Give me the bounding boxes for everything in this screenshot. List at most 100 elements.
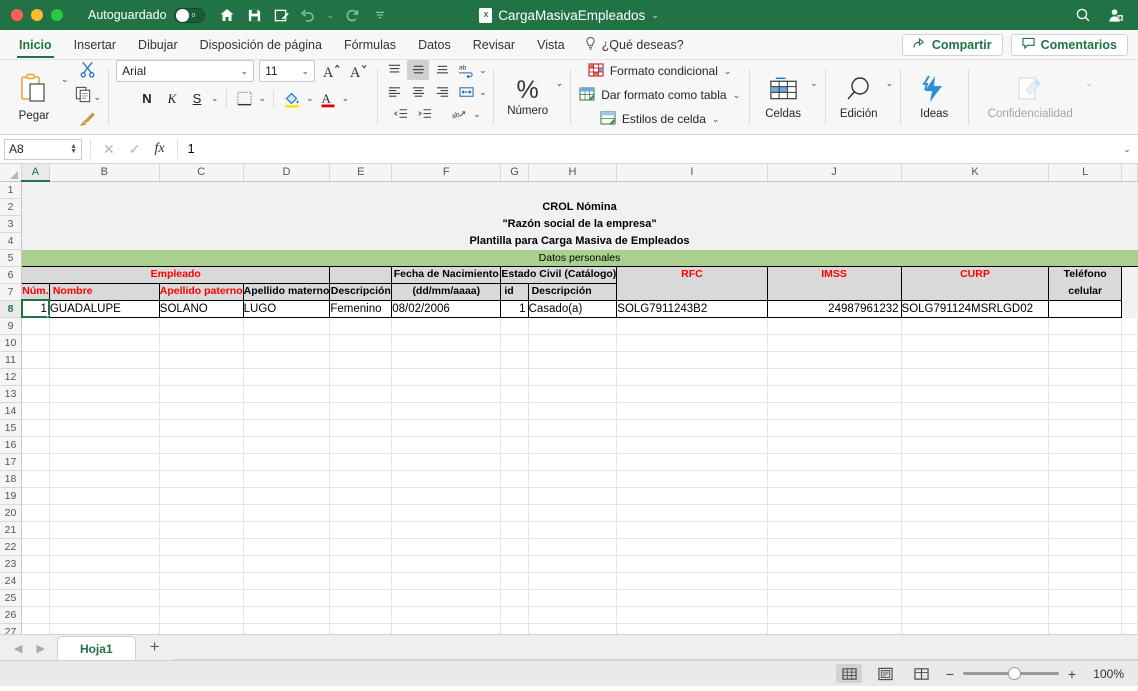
row-header-26[interactable]: 26 [0,606,23,624]
select-all-corner[interactable] [0,164,23,182]
cell-e11[interactable] [329,351,393,369]
cell-d24[interactable] [243,572,331,590]
align-middle-icon[interactable] [407,60,430,80]
cell-f12[interactable] [391,368,502,386]
cell-g13[interactable] [500,385,529,403]
sheet-nav-arrows[interactable]: ◀ ▶ [6,642,57,660]
column-header-c[interactable]: C [159,164,244,182]
cell-row7-partial[interactable] [1121,283,1138,301]
cell-d21[interactable] [243,521,331,539]
column-header-h[interactable]: H [528,164,618,182]
cell-d20[interactable] [243,504,331,522]
row-header-12[interactable]: 12 [0,368,23,386]
row-header-16[interactable]: 16 [0,436,23,454]
cell-i20[interactable] [616,504,768,522]
cell-a10[interactable] [21,334,50,352]
bold-button[interactable]: N [136,88,158,109]
column-header-d[interactable]: D [243,164,331,182]
cell-h25[interactable] [528,589,618,607]
col-header-curp-continued[interactable] [900,283,1050,301]
cell-g27[interactable] [500,623,529,634]
cell-i15[interactable] [616,419,768,437]
cell-i8-rfc[interactable]: SOLG7911243B2 [616,299,768,318]
copy-dropdown-caret-icon[interactable]: ⌄ [94,92,102,103]
cell-a11[interactable] [21,351,50,369]
cell-g24[interactable] [500,572,529,590]
previous-sheet-icon[interactable]: ◀ [14,642,22,655]
cell-f11[interactable] [391,351,502,369]
cell-b9[interactable] [49,317,160,335]
cell-m11[interactable] [1121,351,1138,369]
cell-e20[interactable] [329,504,393,522]
italic-button[interactable]: K [161,88,183,109]
cell-h12[interactable] [528,368,618,386]
cell-f26[interactable] [391,606,502,624]
cell-a25[interactable] [21,589,50,607]
cell-k9[interactable] [901,317,1050,335]
cell-h11[interactable] [528,351,618,369]
cell-l16[interactable] [1048,436,1122,454]
cell-k25[interactable] [901,589,1050,607]
cell-a15[interactable] [21,419,50,437]
cell-h24[interactable] [528,572,618,590]
cell-h22[interactable] [528,538,618,556]
column-header-partial[interactable] [1121,164,1138,182]
cell-l15[interactable] [1048,419,1122,437]
tab-inicio[interactable]: Inicio [8,30,63,60]
cell-l26[interactable] [1048,606,1122,624]
cell-e25[interactable] [329,589,393,607]
row-header-3[interactable]: 3 [0,215,23,233]
cell-k17[interactable] [901,453,1050,471]
search-icon[interactable] [1074,7,1091,24]
cell-k23[interactable] [901,555,1050,573]
cell-b21[interactable] [49,521,160,539]
row-header-6[interactable]: 6 [0,266,23,284]
cell-l13[interactable] [1048,385,1122,403]
cell-d22[interactable] [243,538,331,556]
cell-i25[interactable] [616,589,768,607]
cell-d25[interactable] [243,589,331,607]
underline-button[interactable]: S [186,88,208,109]
row-header-11[interactable]: 11 [0,351,23,369]
increase-font-size-icon[interactable]: A [320,61,342,82]
page-break-preview-icon[interactable] [908,664,934,683]
cell-a24[interactable] [21,572,50,590]
page-layout-icon[interactable] [872,664,898,683]
zoom-out-button[interactable]: − [944,666,956,682]
zoom-slider[interactable]: − + [944,666,1078,682]
cell-f13[interactable] [391,385,502,403]
font-color-dropdown-caret-icon[interactable]: ⌄ [342,93,350,104]
tab-vista[interactable]: Vista [526,30,576,60]
borders-icon[interactable] [234,88,256,109]
cell-a21[interactable] [21,521,50,539]
cell-d23[interactable] [243,555,331,573]
share-button[interactable]: Compartir [901,33,1003,56]
close-window-button[interactable] [11,9,23,21]
redo-icon[interactable] [344,7,361,24]
cell-f8-fecha-nacimiento[interactable]: 08/02/2006 [391,299,502,318]
cell-b18[interactable] [49,470,160,488]
window-controls[interactable] [0,9,63,21]
cell-m14[interactable] [1121,402,1138,420]
cell-j10[interactable] [767,334,902,352]
cell-m27[interactable] [1121,623,1138,634]
cell-c16[interactable] [159,436,244,454]
cell-k12[interactable] [901,368,1050,386]
cell-k8-curp[interactable]: SOLG791124MSRLGD02 [900,299,1050,318]
cell-c21[interactable] [159,521,244,539]
col-header-descripcion-sexo[interactable]: Descripción [329,282,393,301]
wrap-text-icon[interactable]: ab [455,60,477,80]
col-header-num[interactable]: Núm. [21,282,50,301]
cell-e27[interactable] [329,623,393,634]
cell-m15[interactable] [1121,419,1138,437]
cell-k11[interactable] [901,351,1050,369]
cell-i16[interactable] [616,436,768,454]
cell-i18[interactable] [616,470,768,488]
tab-revisar[interactable]: Revisar [462,30,526,60]
cell-f20[interactable] [391,504,502,522]
cell-m16[interactable] [1121,436,1138,454]
group-header-curp[interactable]: CURP [900,265,1050,283]
cell-f18[interactable] [391,470,502,488]
cell-b10[interactable] [49,334,160,352]
cell-g22[interactable] [500,538,529,556]
